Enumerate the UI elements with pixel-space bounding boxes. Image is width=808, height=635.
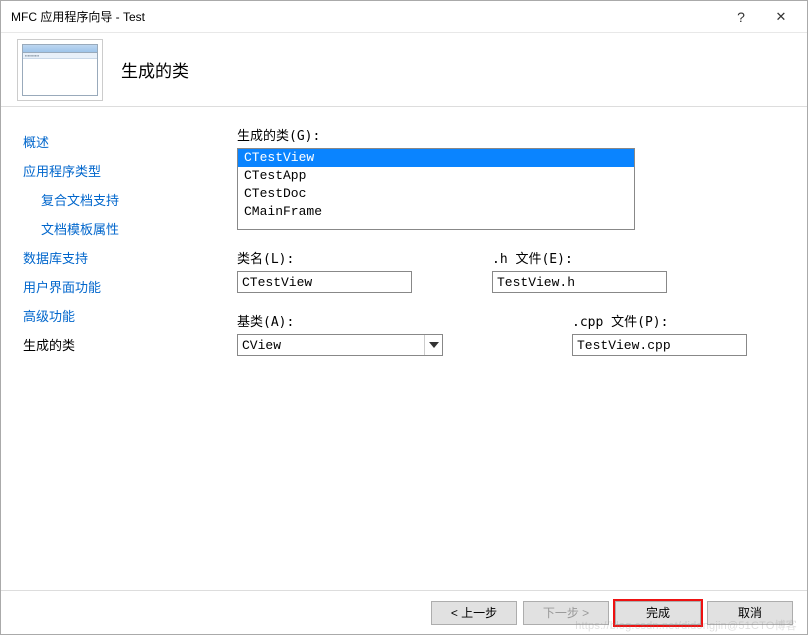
classname-label: 类名(L): [237, 248, 412, 267]
help-button[interactable]: ? [721, 3, 761, 31]
baseclass-value: CView [238, 338, 424, 353]
list-item[interactable]: CTestView [238, 149, 634, 167]
window-title: MFC 应用程序向导 - Test [11, 8, 721, 25]
chevron-down-icon [424, 335, 442, 355]
sidebar: 概述 应用程序类型 复合文档支持 文档模板属性 数据库支持 用户界面功能 高级功… [1, 107, 191, 590]
prev-button[interactable]: < 上一步 [431, 601, 517, 625]
cppfile-label: .cpp 文件(P): [572, 311, 747, 330]
classname-input[interactable] [237, 271, 412, 293]
wizard-page-icon: ▪▪▪▪▪▪▪▪▪▪ [17, 39, 103, 101]
sidebar-item-apptype[interactable]: 应用程序类型 [23, 156, 181, 185]
hfile-label: .h 文件(E): [492, 248, 667, 267]
body: 概述 应用程序类型 复合文档支持 文档模板属性 数据库支持 用户界面功能 高级功… [1, 107, 807, 590]
wizard-window: MFC 应用程序向导 - Test ? ✕ ▪▪▪▪▪▪▪▪▪▪ 生成的类 概述… [0, 0, 808, 635]
list-item[interactable]: CTestDoc [238, 185, 634, 203]
generated-classes-label: 生成的类(G): [237, 125, 777, 144]
sidebar-item-adv[interactable]: 高级功能 [23, 301, 181, 330]
baseclass-label: 基类(A): [237, 311, 443, 330]
sidebar-item-genclasses[interactable]: 生成的类 [23, 330, 181, 359]
list-item[interactable]: CTestApp [238, 167, 634, 185]
cancel-button[interactable]: 取消 [707, 601, 793, 625]
sidebar-item-overview[interactable]: 概述 [23, 127, 181, 156]
sidebar-item-compdoc[interactable]: 复合文档支持 [23, 185, 181, 214]
baseclass-combo[interactable]: CView [237, 334, 443, 356]
page-title: 生成的类 [121, 57, 189, 82]
sidebar-item-ui[interactable]: 用户界面功能 [23, 272, 181, 301]
footer: < 上一步 下一步 > 完成 取消 [1, 590, 807, 634]
generated-classes-list[interactable]: CTestView CTestApp CTestDoc CMainFrame [237, 148, 635, 230]
sidebar-item-doctmpl[interactable]: 文档模板属性 [23, 214, 181, 243]
main-panel: 生成的类(G): CTestView CTestApp CTestDoc CMa… [191, 107, 807, 590]
close-button[interactable]: ✕ [761, 3, 801, 31]
header: ▪▪▪▪▪▪▪▪▪▪ 生成的类 [1, 33, 807, 107]
hfile-input[interactable] [492, 271, 667, 293]
finish-button[interactable]: 完成 [615, 601, 701, 625]
cppfile-input[interactable] [572, 334, 747, 356]
list-item[interactable]: CMainFrame [238, 203, 634, 221]
titlebar: MFC 应用程序向导 - Test ? ✕ [1, 1, 807, 33]
next-button: 下一步 > [523, 601, 609, 625]
sidebar-item-db[interactable]: 数据库支持 [23, 243, 181, 272]
